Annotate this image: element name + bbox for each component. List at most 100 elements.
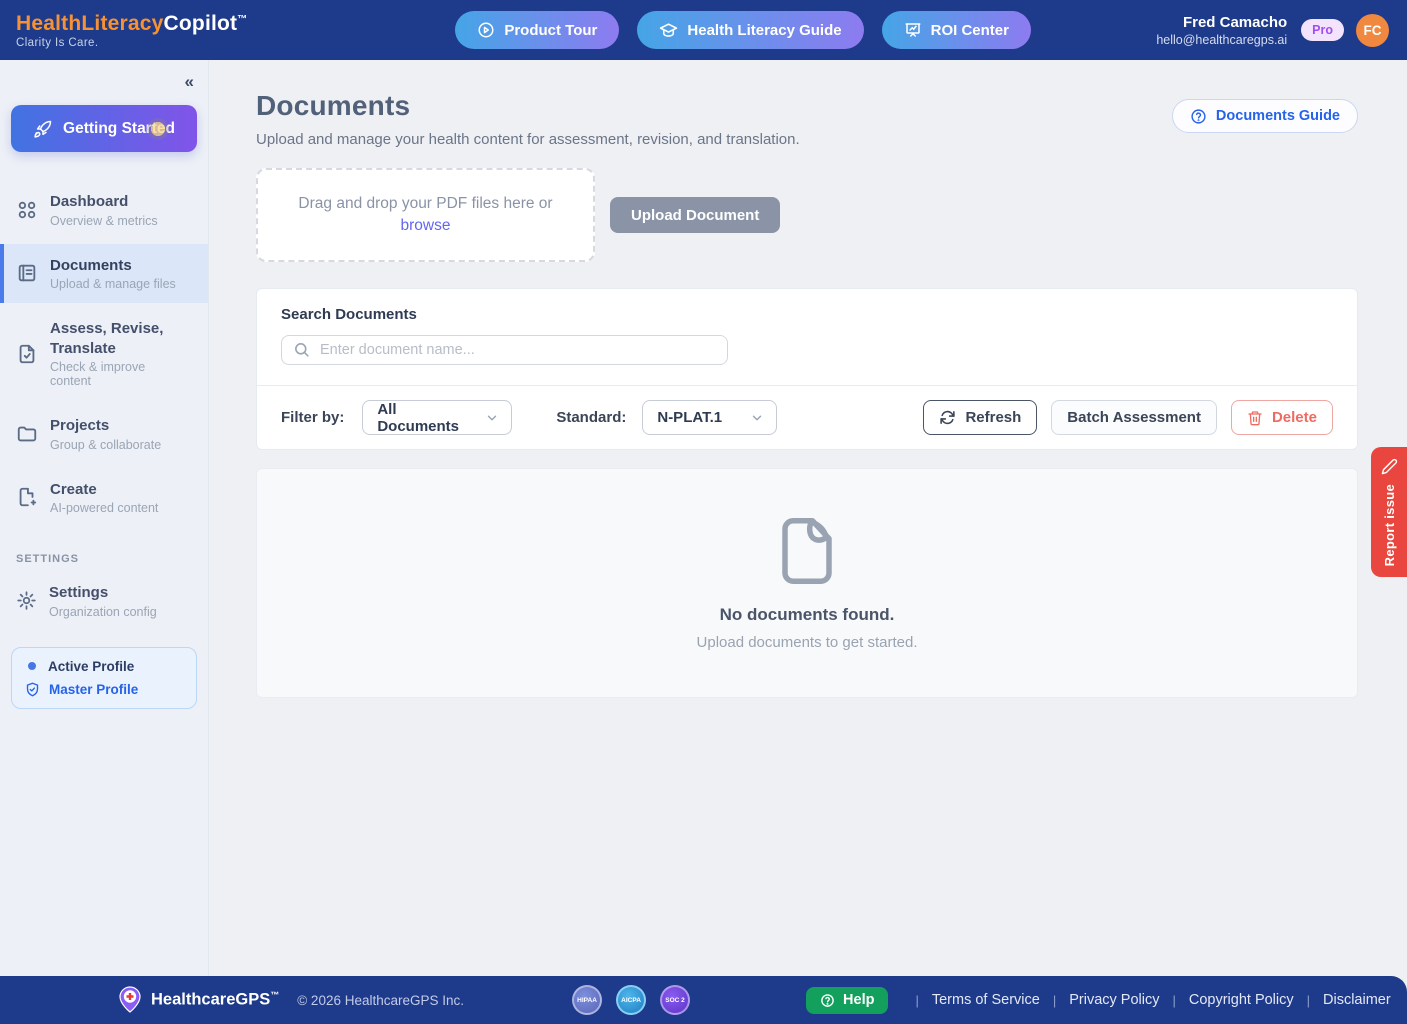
footer-brand-name: HealthcareGPS™: [151, 990, 279, 1010]
empty-state: No documents found. Upload documents to …: [256, 468, 1358, 698]
user-email: hello@healthcaregps.ai: [1156, 33, 1287, 47]
help-button[interactable]: Help: [806, 987, 888, 1014]
nav-text: Assess, Revise, Translate Check & improv…: [50, 319, 168, 388]
pro-plan-badge: Pro: [1301, 19, 1344, 41]
search-section: Search Documents: [257, 289, 1357, 385]
app-logo: HealthLiteracyCopilot™ Clarity Is Care.: [0, 12, 330, 49]
refresh-button[interactable]: Refresh: [923, 400, 1037, 435]
upload-row: Drag and drop your PDF files here or bro…: [256, 168, 1358, 262]
user-menu[interactable]: Fred Camacho hello@healthcaregps.ai Pro …: [1156, 14, 1407, 47]
terms-of-service-link[interactable]: Terms of Service: [932, 992, 1040, 1008]
grid-icon: [16, 199, 38, 221]
nav-item-label: Create: [50, 480, 158, 500]
page-subtitle: Upload and manage your health content fo…: [256, 131, 1358, 148]
main-content: Documents Upload and manage your health …: [209, 60, 1407, 976]
presentation-chart-icon: [904, 21, 922, 39]
nav-text: Projects Group & collaborate: [50, 416, 161, 452]
avatar[interactable]: FC: [1356, 14, 1389, 47]
help-circle-icon: [820, 993, 835, 1008]
rocket-icon: [33, 119, 53, 139]
nav-item-sublabel: Upload & manage files: [50, 277, 176, 291]
map-pin-logo-icon: [118, 986, 142, 1014]
graduation-cap-icon: [659, 21, 678, 40]
disclaimer-link[interactable]: Disclaimer: [1323, 992, 1391, 1008]
search-documents-label: Search Documents: [281, 306, 1333, 323]
standard-select-value: N-PLAT.1: [657, 409, 722, 426]
gear-icon: [16, 590, 37, 611]
pdf-dropzone[interactable]: Drag and drop your PDF files here or bro…: [256, 168, 595, 262]
search-icon: [293, 341, 310, 358]
roi-center-button[interactable]: ROI Center: [882, 11, 1031, 49]
app-footer: HealthcareGPS™ © 2026 HealthcareGPS Inc.…: [0, 976, 1407, 1024]
batch-assessment-button[interactable]: Batch Assessment: [1051, 400, 1217, 435]
pencil-icon: [1381, 458, 1398, 475]
play-circle-icon: [477, 21, 495, 39]
link-separator: |: [1053, 993, 1056, 1008]
documents-toolbar: Filter by: All Documents Standard: N-PLA…: [257, 386, 1357, 449]
sidebar: « Getting Started Dashboard Overview & m…: [0, 60, 209, 976]
documents-guide-label: Documents Guide: [1216, 108, 1340, 124]
link-separator: |: [1307, 993, 1310, 1008]
nav-item-label: Assess, Revise, Translate: [50, 319, 168, 358]
search-field-wrap: [281, 335, 728, 365]
sidebar-collapse-button[interactable]: «: [181, 68, 198, 96]
product-tour-button[interactable]: Product Tour: [455, 11, 619, 49]
active-dot-icon: [28, 662, 36, 670]
active-profile-label: Active Profile: [48, 659, 134, 674]
nav-text: Settings Organization config: [49, 583, 157, 619]
filter-select[interactable]: All Documents: [362, 400, 512, 435]
nav-text: Create AI-powered content: [50, 480, 158, 516]
search-input[interactable]: [281, 335, 728, 365]
app-header: HealthLiteracyCopilot™ Clarity Is Care. …: [0, 0, 1407, 60]
delete-button[interactable]: Delete: [1231, 400, 1333, 435]
sidebar-item-create[interactable]: Create AI-powered content: [0, 468, 208, 528]
upload-document-button[interactable]: Upload Document: [610, 197, 780, 233]
folder-icon: [16, 423, 38, 445]
nav-item-sublabel: Organization config: [49, 605, 157, 619]
document-icon: [16, 262, 38, 284]
report-issue-tab[interactable]: Report issue: [1371, 447, 1407, 577]
chevron-down-icon: [485, 411, 499, 425]
empty-state-title: No documents found.: [720, 605, 895, 625]
brand-name-part2: Copilot: [164, 12, 238, 35]
getting-started-button[interactable]: Getting Started: [11, 105, 197, 152]
filter-by-label: Filter by:: [281, 409, 344, 426]
nav-item-sublabel: Overview & metrics: [50, 214, 158, 228]
shield-check-icon: [25, 682, 40, 697]
user-name: Fred Camacho: [1156, 14, 1287, 31]
nav-item-label: Projects: [50, 416, 161, 436]
standard-select[interactable]: N-PLAT.1: [642, 400, 777, 435]
master-profile-row[interactable]: Master Profile: [25, 682, 183, 697]
copyright-policy-link[interactable]: Copyright Policy: [1189, 992, 1294, 1008]
empty-document-icon: [774, 515, 840, 587]
documents-card: Search Documents Filter by: All Document…: [256, 288, 1358, 450]
file-plus-icon: [16, 486, 38, 508]
nav-item-sublabel: Group & collaborate: [50, 438, 161, 452]
report-issue-label: Report issue: [1382, 484, 1397, 566]
sidebar-item-documents[interactable]: Documents Upload & manage files: [0, 244, 208, 304]
trash-icon: [1247, 410, 1263, 426]
active-profile-box[interactable]: Active Profile Master Profile: [11, 647, 197, 709]
sidebar-item-assess-revise-translate[interactable]: Assess, Revise, Translate Check & improv…: [0, 307, 208, 400]
sidebar-item-projects[interactable]: Projects Group & collaborate: [0, 404, 208, 464]
aicpa-badge: AICPA: [616, 985, 646, 1015]
browse-link[interactable]: browse: [401, 217, 451, 235]
brand-name-part1: HealthLiteracy: [16, 12, 164, 35]
nav-item-label: Dashboard: [50, 192, 158, 212]
sidebar-item-settings[interactable]: Settings Organization config: [0, 571, 208, 631]
toolbar-actions: Refresh Batch Assessment Delete: [923, 400, 1333, 435]
sidebar-nav: Dashboard Overview & metrics Documents U…: [0, 180, 208, 527]
refresh-icon: [939, 409, 956, 426]
chevron-down-icon: [750, 411, 764, 425]
soc2-badge: SOC 2: [660, 985, 690, 1015]
privacy-policy-link[interactable]: Privacy Policy: [1069, 992, 1159, 1008]
nav-text: Dashboard Overview & metrics: [50, 192, 158, 228]
health-literacy-guide-button[interactable]: Health Literacy Guide: [637, 11, 863, 49]
delete-label: Delete: [1272, 409, 1317, 426]
header-nav: Product Tour Health Literacy Guide ROI C…: [455, 11, 1031, 49]
documents-guide-button[interactable]: Documents Guide: [1172, 99, 1358, 133]
refresh-label: Refresh: [965, 409, 1021, 426]
sidebar-item-dashboard[interactable]: Dashboard Overview & metrics: [0, 180, 208, 240]
dropzone-text: Drag and drop your PDF files here or: [298, 195, 552, 213]
footer-links: | Terms of Service | Privacy Policy | Co…: [902, 992, 1390, 1008]
